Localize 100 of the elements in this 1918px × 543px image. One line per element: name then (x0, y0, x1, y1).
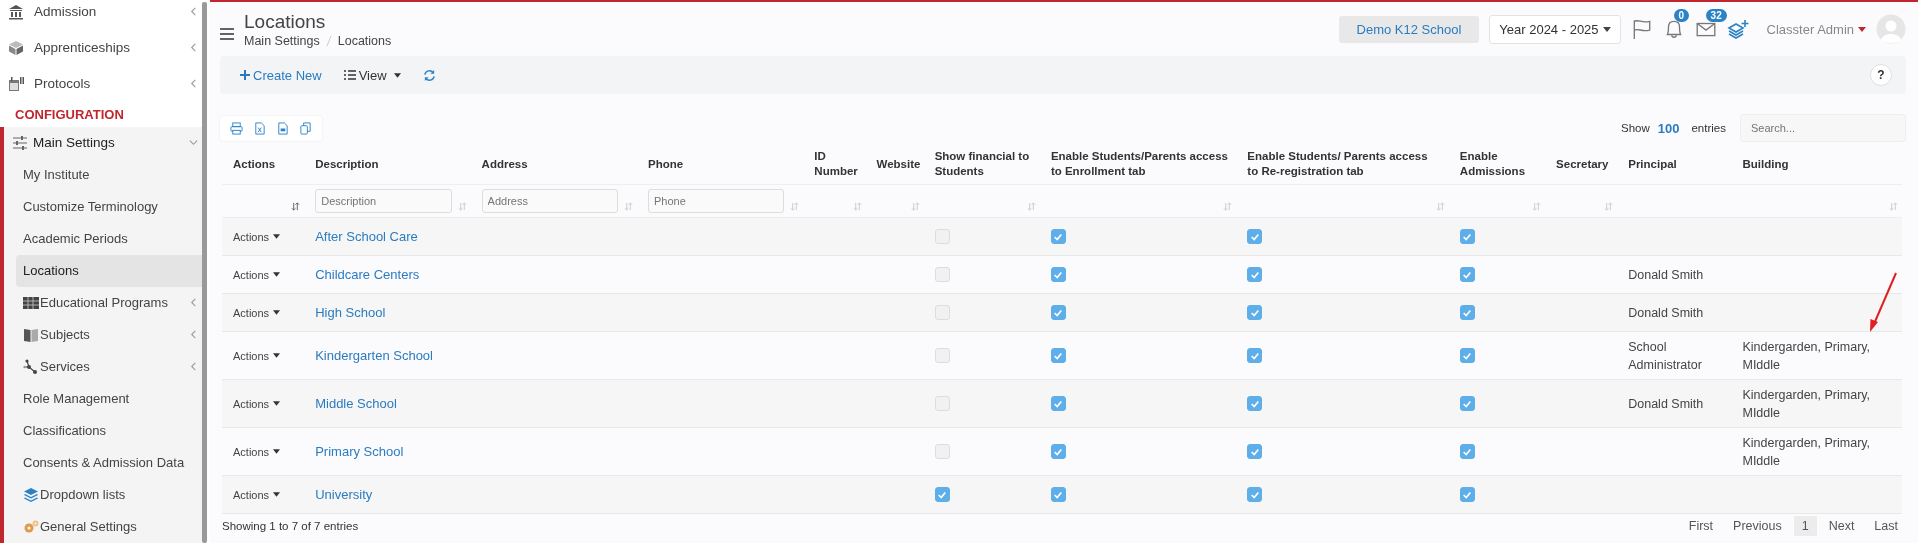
column-header[interactable]: Enable Students/ Parents access to Re-registration tab (1247, 149, 1441, 179)
chevron-left-icon (189, 79, 198, 89)
column-header[interactable]: Address (481, 156, 629, 172)
checkbox[interactable] (1247, 444, 1263, 460)
sidebar-item[interactable]: Role Management (4, 383, 202, 415)
print-icon[interactable] (230, 121, 243, 135)
school-button[interactable]: Demo K12 School (1338, 15, 1480, 43)
filter-field[interactable]: Description (315, 189, 452, 213)
location-link[interactable]: High School (315, 305, 386, 320)
sidebar-item[interactable]: Locations (16, 255, 202, 287)
search-field[interactable]: Search... (1740, 114, 1906, 142)
menu-icon[interactable] (220, 28, 234, 40)
location-link[interactable]: University (315, 487, 373, 502)
sidebar-item[interactable]: Subjects (4, 319, 202, 351)
actions-dropdown[interactable]: Actions (233, 397, 281, 410)
column-header[interactable]: Phone (647, 156, 796, 172)
sidebar-item[interactable]: Consents & Admission Data (4, 447, 202, 479)
scrollbar[interactable] (202, 2, 207, 543)
actions-dropdown[interactable]: Actions (233, 306, 281, 319)
breadcrumb-separator (325, 35, 332, 47)
check-icon (1053, 350, 1064, 361)
excel-file-icon[interactable] (253, 121, 266, 135)
location-link[interactable]: Kindergarten School (315, 348, 433, 363)
pagination-button[interactable]: Previous (1725, 516, 1790, 536)
actions-dropdown[interactable]: Actions (233, 349, 281, 362)
page-length-select[interactable]: 100 (1657, 120, 1680, 136)
column-header[interactable]: Enable Students/Parents access to Enrollment tab (1050, 149, 1229, 179)
sidebar-item[interactable]: Customize Terminology (4, 191, 202, 223)
pagination-button[interactable]: 1 (1793, 516, 1817, 536)
checkbox[interactable] (934, 487, 950, 503)
sidebar-item[interactable]: Academic Periods (4, 223, 202, 255)
checkbox[interactable] (1247, 348, 1263, 364)
column-header[interactable]: Secretary (1556, 156, 1610, 172)
message-badge: 32 (1705, 9, 1727, 22)
column-header[interactable]: Enable Admissions (1459, 149, 1538, 179)
pagination-button[interactable]: First (1680, 516, 1722, 536)
checkbox[interactable] (1459, 487, 1475, 503)
filter-field[interactable]: Address (481, 189, 618, 213)
sidebar-group[interactable]: Main Settings (4, 127, 202, 159)
checkbox[interactable] (1247, 396, 1263, 412)
sidebar-item[interactable]: Dropdown lists (4, 479, 202, 511)
checkbox[interactable] (1050, 267, 1066, 283)
sidebar-item[interactable]: General Settings (4, 511, 202, 543)
actions-dropdown[interactable]: Actions (233, 268, 281, 281)
user-menu[interactable]: Classter Admin (1766, 21, 1866, 37)
check-icon (1249, 231, 1260, 242)
sidebar-item[interactable]: Classifications (4, 415, 202, 447)
checkbox[interactable] (1459, 267, 1475, 283)
sidebar-item[interactable]: Admission (0, 0, 202, 30)
column-header[interactable]: Description (315, 156, 463, 172)
column-header[interactable]: ID Number (814, 149, 858, 179)
pagination-button[interactable]: Next (1820, 516, 1863, 536)
location-link[interactable]: Primary School (315, 444, 404, 459)
checkbox[interactable] (1050, 396, 1066, 412)
csv-file-icon[interactable] (276, 121, 289, 135)
actions-dropdown[interactable]: Actions (233, 488, 281, 501)
checkbox[interactable] (1050, 348, 1066, 364)
checkbox[interactable] (1050, 444, 1066, 460)
checkbox[interactable] (1050, 487, 1066, 503)
copy-icon[interactable] (299, 121, 312, 135)
pagination-button[interactable]: Last (1866, 516, 1906, 536)
create-new-button[interactable]: Create New (240, 67, 322, 83)
chevron-down-icon (189, 138, 198, 148)
checkbox[interactable] (1459, 396, 1475, 412)
view-button[interactable]: View (343, 67, 401, 83)
avatar-icon[interactable] (1876, 14, 1906, 44)
column-header[interactable]: Show financial to Students (934, 149, 1032, 179)
layers-plus-icon[interactable] (1726, 18, 1749, 40)
actions-dropdown[interactable]: Actions (233, 445, 281, 458)
checkbox[interactable] (1247, 305, 1263, 321)
checkbox[interactable] (1459, 229, 1475, 245)
table-cell: Donald Smith (1628, 396, 1704, 411)
refresh-icon[interactable] (422, 68, 436, 82)
location-link[interactable]: Childcare Centers (315, 267, 420, 282)
checkbox[interactable] (1459, 348, 1475, 364)
checkbox[interactable] (1459, 305, 1475, 321)
sort-icon[interactable] (291, 201, 301, 211)
checkbox[interactable] (1050, 305, 1066, 321)
checkbox[interactable] (1459, 444, 1475, 460)
actions-dropdown[interactable]: Actions (233, 230, 281, 243)
year-dropdown[interactable]: Year 2024 - 2025 (1489, 14, 1621, 44)
sidebar-item[interactable]: Services (4, 351, 202, 383)
table-info: Showing 1 to 7 of 7 entries (222, 520, 359, 532)
breadcrumb[interactable]: Main Settings (244, 34, 320, 48)
help-button[interactable]: ? (1870, 64, 1892, 86)
column-header[interactable]: Actions (233, 156, 297, 172)
checkbox[interactable] (1247, 267, 1263, 283)
location-link[interactable]: Middle School (315, 396, 397, 411)
sidebar-item[interactable]: Apprenticeships (0, 29, 202, 66)
sidebar-item[interactable]: My Institute (4, 159, 202, 191)
caret-icon (273, 353, 281, 358)
column-header[interactable]: Principal (1628, 156, 1724, 172)
column-header[interactable]: Building (1742, 156, 1894, 172)
sidebar-item[interactable]: Educational Programs (4, 287, 202, 319)
checkbox[interactable] (1247, 229, 1263, 245)
sidebar-item[interactable]: Protocols (0, 65, 202, 102)
filter-field[interactable]: Phone (647, 189, 785, 213)
checkbox[interactable] (1050, 229, 1066, 245)
checkbox[interactable] (1247, 487, 1263, 503)
location-link[interactable]: After School Care (315, 229, 418, 244)
